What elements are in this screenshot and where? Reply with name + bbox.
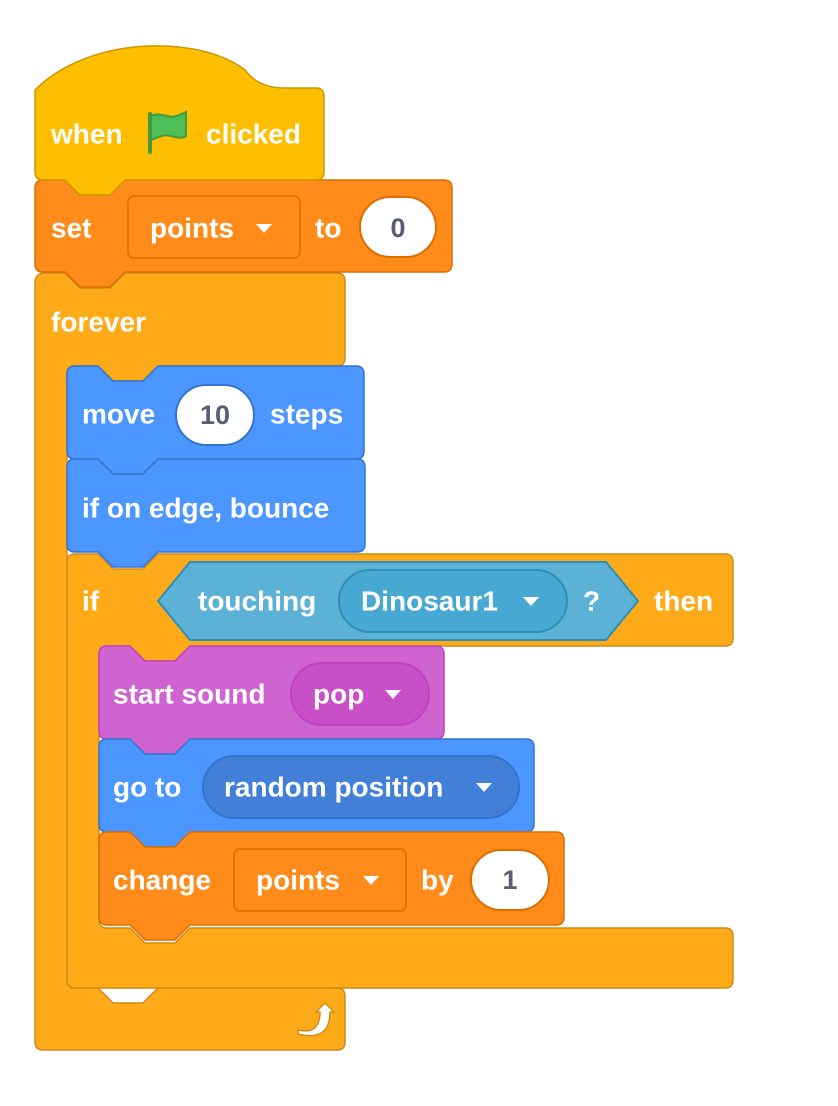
start-sound-label: start sound [113,679,265,710]
steps-label: steps [270,399,343,430]
script-area: when clicked set points to 0 forever mov… [34,45,734,1051]
go-to-target-dropdown[interactable]: random position [202,755,520,819]
question-mark: ? [583,586,600,617]
change-variable-label: points [256,865,340,896]
steps-value-input[interactable]: 10 [175,384,255,446]
change-value-input[interactable]: 1 [470,849,550,911]
change-variable-dropdown[interactable]: points [233,848,407,912]
go-to-target-label: random position [224,772,443,803]
steps-value-text: 10 [200,400,230,430]
touching-label: touching [198,586,316,617]
variable-dropdown-label: points [150,213,234,244]
to-label: to [315,213,341,244]
set-label: set [51,213,91,244]
clicked-label: clicked [206,119,301,150]
when-label: when [50,119,123,150]
touching-target-dropdown[interactable]: Dinosaur1 [338,569,568,633]
sound-dropdown-label: pop [313,679,364,710]
forever-label: forever [51,307,146,338]
go-to-label: go to [113,772,181,803]
if-label: if [82,586,100,617]
change-label: change [113,865,211,896]
touching-target-label: Dinosaur1 [361,586,498,617]
move-label: move [82,399,155,430]
touching-condition[interactable]: touching Dinosaur1 ? [157,561,639,641]
set-value-input[interactable]: 0 [359,196,437,258]
bounce-label: if on edge, bounce [82,493,329,524]
variable-dropdown-points[interactable]: points [127,195,301,259]
change-value-text: 1 [502,865,517,895]
then-label: then [654,586,713,617]
by-label: by [421,865,454,896]
sound-dropdown[interactable]: pop [290,662,430,726]
set-value-text: 0 [390,213,405,243]
